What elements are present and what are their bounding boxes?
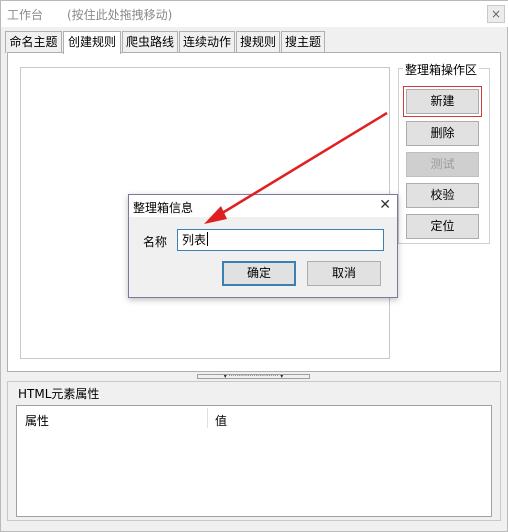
dialog-close-icon[interactable]: ✕	[379, 197, 391, 213]
delete-button[interactable]: 删除	[406, 121, 479, 146]
test-button[interactable]: 测试	[406, 152, 479, 177]
name-input[interactable]: 列表	[177, 229, 384, 251]
name-label: 名称	[143, 235, 168, 249]
tab-search-rule[interactable]: 搜规则	[236, 31, 280, 53]
tab-crawler-route[interactable]: 爬虫路线	[122, 31, 178, 53]
validate-button[interactable]: 校验	[406, 183, 479, 208]
window-titlebar[interactable]: 工作台 (按住此处拖拽移动) ×	[1, 1, 508, 27]
cancel-button[interactable]: 取消	[307, 261, 381, 286]
tab-name-theme[interactable]: 命名主题	[5, 31, 62, 53]
tab-create-rule[interactable]: 创建规则	[63, 31, 121, 54]
workbench-window: 工作台 (按住此处拖拽移动) × 命名主题 创建规则 爬虫路线 连续动作 搜规则…	[0, 0, 508, 532]
name-input-value: 列表	[182, 233, 207, 247]
column-header-attribute[interactable]: 属性	[25, 412, 49, 429]
window-close-button[interactable]: ×	[487, 5, 505, 23]
column-header-value[interactable]: 值	[215, 412, 227, 429]
window-drag-hint: (按住此处拖拽移动)	[67, 8, 173, 22]
text-caret	[207, 232, 209, 246]
tab-search-theme[interactable]: 搜主题	[281, 31, 325, 53]
html-properties-section: HTML元素属性 属性 值	[7, 381, 501, 521]
ok-button[interactable]: 确定	[222, 261, 296, 286]
locate-button[interactable]: 定位	[406, 214, 479, 239]
dialog-titlebar[interactable]: 整理箱信息 ✕	[129, 195, 397, 217]
panel-splitter[interactable]: ▾ ·························· ▾	[197, 374, 310, 379]
dialog-title: 整理箱信息	[133, 201, 194, 215]
html-properties-header: HTML元素属性	[18, 387, 100, 401]
column-divider[interactable]	[207, 408, 208, 428]
tab-continuous-action[interactable]: 连续动作	[179, 31, 235, 53]
properties-table[interactable]: 属性 值	[16, 405, 492, 517]
window-title: 工作台	[7, 8, 44, 22]
operations-group-label: 整理箱操作区	[403, 61, 480, 78]
new-button[interactable]: 新建	[403, 86, 482, 117]
box-info-dialog: 整理箱信息 ✕ 名称 列表 确定 取消	[128, 194, 398, 298]
